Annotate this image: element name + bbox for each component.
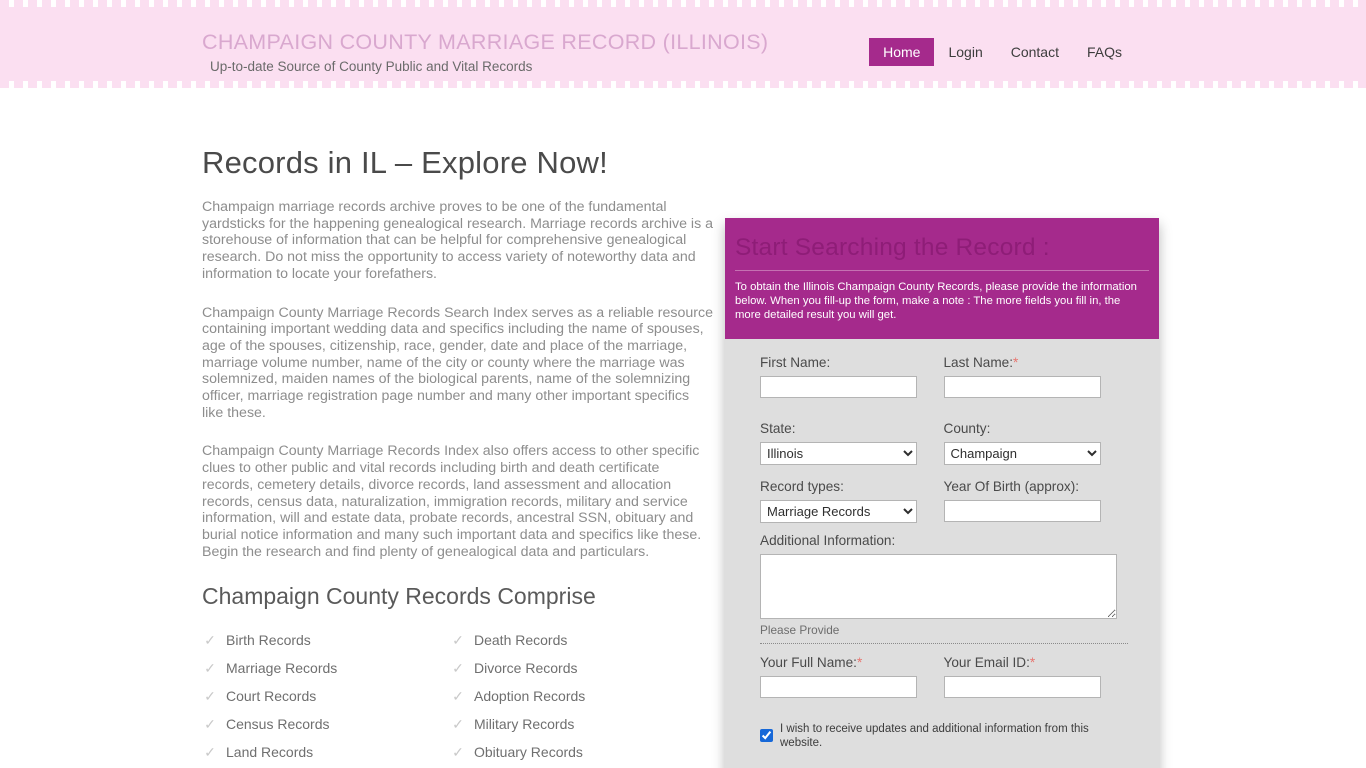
- full-name-field-group: Your Full Name:*: [760, 653, 944, 698]
- record-type-field-row: Record types: Marriage Records Year Of B…: [760, 477, 1127, 523]
- list-item-label: Birth Records: [226, 632, 311, 649]
- email-field-group: Your Email ID:*: [943, 653, 1128, 698]
- list-item: ✓ Birth Records: [202, 626, 450, 654]
- list-item-label: Divorce Records: [474, 660, 578, 677]
- check-icon: ✓: [204, 632, 216, 649]
- site-title: CHAMPAIGN COUNTY MARRIAGE RECORD (ILLINO…: [202, 30, 769, 54]
- records-comprise-heading: Champaign County Records Comprise: [202, 583, 596, 610]
- consent-row: I wish to receive updates and additional…: [760, 722, 1127, 750]
- intro-paragraph-2: Champaign County Marriage Records Search…: [202, 304, 713, 421]
- record-types-label: Record types:: [760, 478, 844, 494]
- consent-checkbox[interactable]: [760, 729, 773, 743]
- list-item: ✓ Census Records: [202, 710, 450, 738]
- search-form-panel: Start Searching the Record : To obtain t…: [725, 218, 1159, 768]
- check-icon: ✓: [452, 716, 464, 733]
- last-name-label: Last Name:*: [943, 354, 1019, 370]
- nav-item-contact[interactable]: Contact: [997, 38, 1073, 66]
- list-item: ✓ Marriage Records: [202, 654, 450, 682]
- list-item-label: Military Records: [474, 716, 575, 733]
- consent-label: I wish to receive updates and additional…: [780, 722, 1089, 749]
- record-types-list: ✓ Birth Records ✓ Death Records ✓ Marriage …: [202, 626, 714, 768]
- list-item-label: Marriage Records: [226, 660, 338, 677]
- location-field-row: State: Illinois County: Champaign: [760, 419, 1127, 465]
- list-item: ✓ Divorce Records: [450, 654, 698, 682]
- county-field-group: County: Champaign: [943, 419, 1128, 465]
- year-of-birth-input[interactable]: [943, 499, 1101, 522]
- state-field-group: State: Illinois: [760, 419, 944, 465]
- check-icon: ✓: [452, 660, 464, 677]
- required-marker: *: [856, 654, 863, 670]
- email-input[interactable]: [943, 675, 1101, 698]
- record-types-field-group: Record types: Marriage Records: [760, 477, 944, 523]
- list-item-label: Census Records: [226, 716, 330, 733]
- county-label: County:: [943, 420, 991, 436]
- additional-information-textarea[interactable]: [760, 553, 1117, 619]
- brand: CHAMPAIGN COUNTY MARRIAGE RECORD (ILLINO…: [202, 28, 768, 76]
- intro-paragraph-1: Champaign marriage records archive prove…: [202, 199, 714, 282]
- check-icon: ✓: [204, 688, 216, 705]
- year-of-birth-label: Year Of Birth (approx):: [943, 478, 1080, 494]
- search-form-body: First Name: Last Name:* State: Illinois: [725, 339, 1159, 768]
- check-icon: ✓: [452, 744, 464, 761]
- site-tagline: Up-to-date Source of County Public and V…: [210, 59, 533, 74]
- required-marker: *: [1029, 654, 1036, 670]
- list-item: ✓ Adoption Records: [450, 682, 698, 710]
- contact-field-row: Your Full Name:* Your Email ID:*: [760, 653, 1127, 698]
- first-name-field-group: First Name:: [760, 353, 944, 398]
- list-item: ✓ Land Records: [202, 738, 450, 766]
- check-icon: ✓: [204, 716, 216, 733]
- list-item: ✓ Obituary Records: [450, 738, 698, 766]
- list-item-label: Court Records: [226, 688, 317, 705]
- record-types-select[interactable]: Marriage Records: [760, 499, 917, 523]
- intro-paragraph-3: Champaign County Marriage Records Index …: [202, 443, 702, 560]
- first-name-label: First Name:: [760, 354, 831, 370]
- state-select[interactable]: Illinois: [760, 441, 917, 465]
- check-icon: ✓: [452, 688, 464, 705]
- list-item-label: Obituary Records: [474, 744, 583, 761]
- name-field-row: First Name: Last Name:*: [760, 353, 1127, 398]
- county-select[interactable]: Champaign: [943, 441, 1101, 465]
- list-item-label: Death Records: [474, 632, 568, 649]
- first-name-input[interactable]: [760, 375, 917, 398]
- nav-item-faqs[interactable]: FAQs: [1073, 38, 1136, 66]
- full-name-input[interactable]: [760, 675, 917, 698]
- list-item-label: Adoption Records: [474, 688, 586, 705]
- check-icon: ✓: [452, 632, 464, 649]
- article-column: Records in IL – Explore Now! Champaign m…: [202, 145, 714, 768]
- page-body: Records in IL – Explore Now! Champaign m…: [0, 88, 1366, 768]
- header-bottom-scallop-edge: [0, 81, 1366, 88]
- site-header: CHAMPAIGN COUNTY MARRIAGE RECORD (ILLINO…: [0, 0, 1366, 88]
- additional-information-label: Additional Information:: [760, 532, 896, 548]
- check-icon: ✓: [204, 744, 216, 761]
- state-label: State:: [760, 420, 796, 436]
- list-item: ✓ Court Records: [202, 682, 450, 710]
- page-title: Records in IL – Explore Now!: [202, 145, 608, 180]
- main-navigation: Home Login Contact FAQs: [869, 38, 1136, 66]
- nav-item-login[interactable]: Login: [934, 38, 996, 66]
- required-marker: *: [1013, 354, 1019, 370]
- full-name-label: Your Full Name:*: [760, 654, 863, 670]
- email-label: Your Email ID:*: [943, 654, 1036, 670]
- search-form-header: Start Searching the Record : To obtain t…: [725, 218, 1159, 339]
- list-item: ✓ Death Records: [450, 626, 698, 654]
- search-form-description: To obtain the Illinois Champaign County …: [735, 281, 1137, 322]
- list-item-label: Land Records: [226, 744, 314, 761]
- last-name-field-group: Last Name:*: [943, 353, 1128, 398]
- nav-item-home[interactable]: Home: [869, 38, 935, 66]
- check-icon: ✓: [204, 660, 216, 677]
- year-of-birth-field-group: Year Of Birth (approx):: [943, 477, 1128, 523]
- please-provide-hint: Please Provide: [760, 623, 1128, 644]
- list-item: ✓ Military Records: [450, 710, 698, 738]
- last-name-input[interactable]: [943, 375, 1101, 398]
- search-form-title: Start Searching the Record :: [735, 232, 1149, 271]
